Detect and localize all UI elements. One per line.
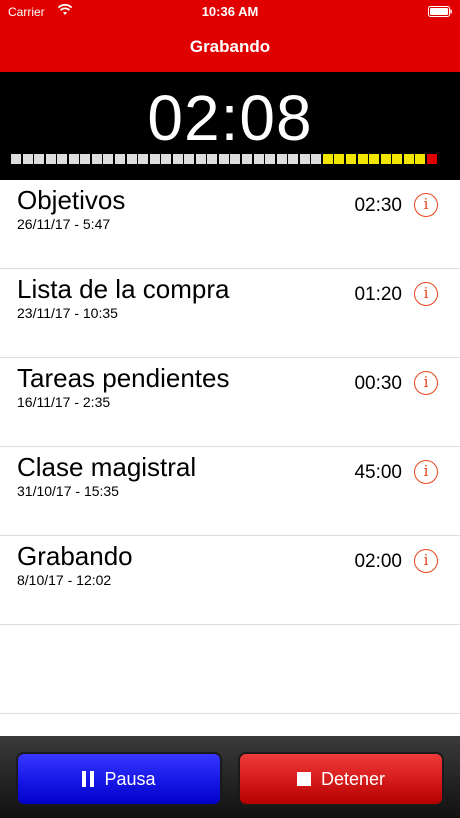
info-button[interactable]: i [414, 460, 438, 484]
stop-icon [296, 772, 311, 786]
level-segment [149, 154, 160, 164]
level-segment [184, 154, 195, 164]
recording-duration: 00:30 [354, 373, 402, 394]
level-segment [392, 154, 403, 164]
level-segment [91, 154, 102, 164]
level-segment [195, 154, 206, 164]
level-segment [415, 154, 426, 164]
recording-title: Clase magistral [17, 452, 197, 482]
recording-date: 8/10/17 - 12:02 [17, 572, 112, 588]
stop-button-content: Detener [240, 769, 442, 790]
level-segment [57, 154, 68, 164]
bottom-toolbar: Pausa Detener [0, 736, 460, 818]
level-segment [34, 154, 45, 164]
level-segment [80, 154, 91, 164]
recording-row[interactable]: Objetivos 26/11/17 - 5:47 02:30 i [0, 180, 460, 269]
recording-row[interactable]: Lista de la compra 23/11/17 - 10:35 01:2… [0, 269, 460, 358]
level-segment [426, 154, 437, 164]
level-segment [172, 154, 183, 164]
recording-timer: 02:08 [147, 82, 313, 154]
recording-date: 16/11/17 - 2:35 [17, 394, 111, 410]
recording-row[interactable]: Tareas pendientes 16/11/17 - 2:35 00:30 … [0, 358, 460, 447]
level-segment [207, 154, 218, 164]
level-segment [253, 154, 264, 164]
level-segment [161, 154, 172, 164]
level-segment [45, 154, 56, 164]
level-segment [68, 154, 79, 164]
level-segment [242, 154, 252, 164]
level-segment [380, 154, 391, 164]
recording-row[interactable]: Clase magistral 31/10/17 - 15:35 45:00 i [0, 447, 460, 536]
nav-title: Grabando [189, 37, 271, 56]
level-segment [276, 154, 287, 164]
level-segment [369, 154, 380, 164]
recording-duration: 02:00 [354, 551, 402, 572]
level-segment [265, 154, 276, 164]
recording-row[interactable]: Grabando 8/10/17 - 12:02 02:00 i [0, 536, 460, 625]
audio-level-meter [11, 154, 451, 165]
empty-row [0, 625, 460, 714]
recording-meter-panel: 02:08 [0, 72, 460, 180]
level-segment [103, 154, 114, 164]
status-bar: Carrier 10:36 AM [0, 0, 460, 24]
level-segment [11, 154, 21, 164]
level-segment [138, 154, 149, 164]
recording-title: Grabando [17, 541, 133, 571]
level-segment [22, 154, 33, 164]
recording-title: Tareas pendientes [17, 363, 230, 393]
status-time: 10:36 AM [201, 4, 259, 19]
level-segment [230, 154, 241, 164]
level-segment [299, 154, 310, 164]
info-button[interactable]: i [414, 549, 438, 573]
recording-title: Lista de la compra [17, 274, 230, 304]
battery-icon [428, 6, 452, 17]
stop-button[interactable]: Detener [238, 752, 444, 806]
level-segment [218, 154, 229, 164]
level-segment [311, 154, 322, 164]
level-segment [114, 154, 125, 164]
stop-label: Detener [320, 769, 386, 789]
level-segment [322, 154, 333, 164]
pause-button-content: Pausa [18, 769, 220, 790]
recording-duration: 45:00 [354, 462, 402, 483]
level-segment [126, 154, 137, 164]
level-segment [357, 154, 368, 164]
recording-date: 26/11/17 - 5:47 [17, 216, 111, 232]
info-button[interactable]: i [414, 282, 438, 306]
navigation-bar: Grabando [0, 24, 460, 72]
level-segment [288, 154, 299, 164]
pause-label: Pausa [104, 769, 156, 789]
level-segment [403, 154, 414, 164]
level-segment [345, 154, 356, 164]
recording-title: Objetivos [17, 185, 126, 215]
recording-date: 31/10/17 - 15:35 [17, 483, 119, 499]
info-button[interactable]: i [414, 371, 438, 395]
pause-icon [82, 771, 95, 787]
recording-duration: 02:30 [354, 195, 402, 216]
info-button[interactable]: i [414, 193, 438, 217]
pause-button[interactable]: Pausa [16, 752, 222, 806]
recording-duration: 01:20 [354, 284, 402, 305]
level-segment [334, 154, 345, 164]
recording-date: 23/11/17 - 10:35 [17, 305, 118, 321]
